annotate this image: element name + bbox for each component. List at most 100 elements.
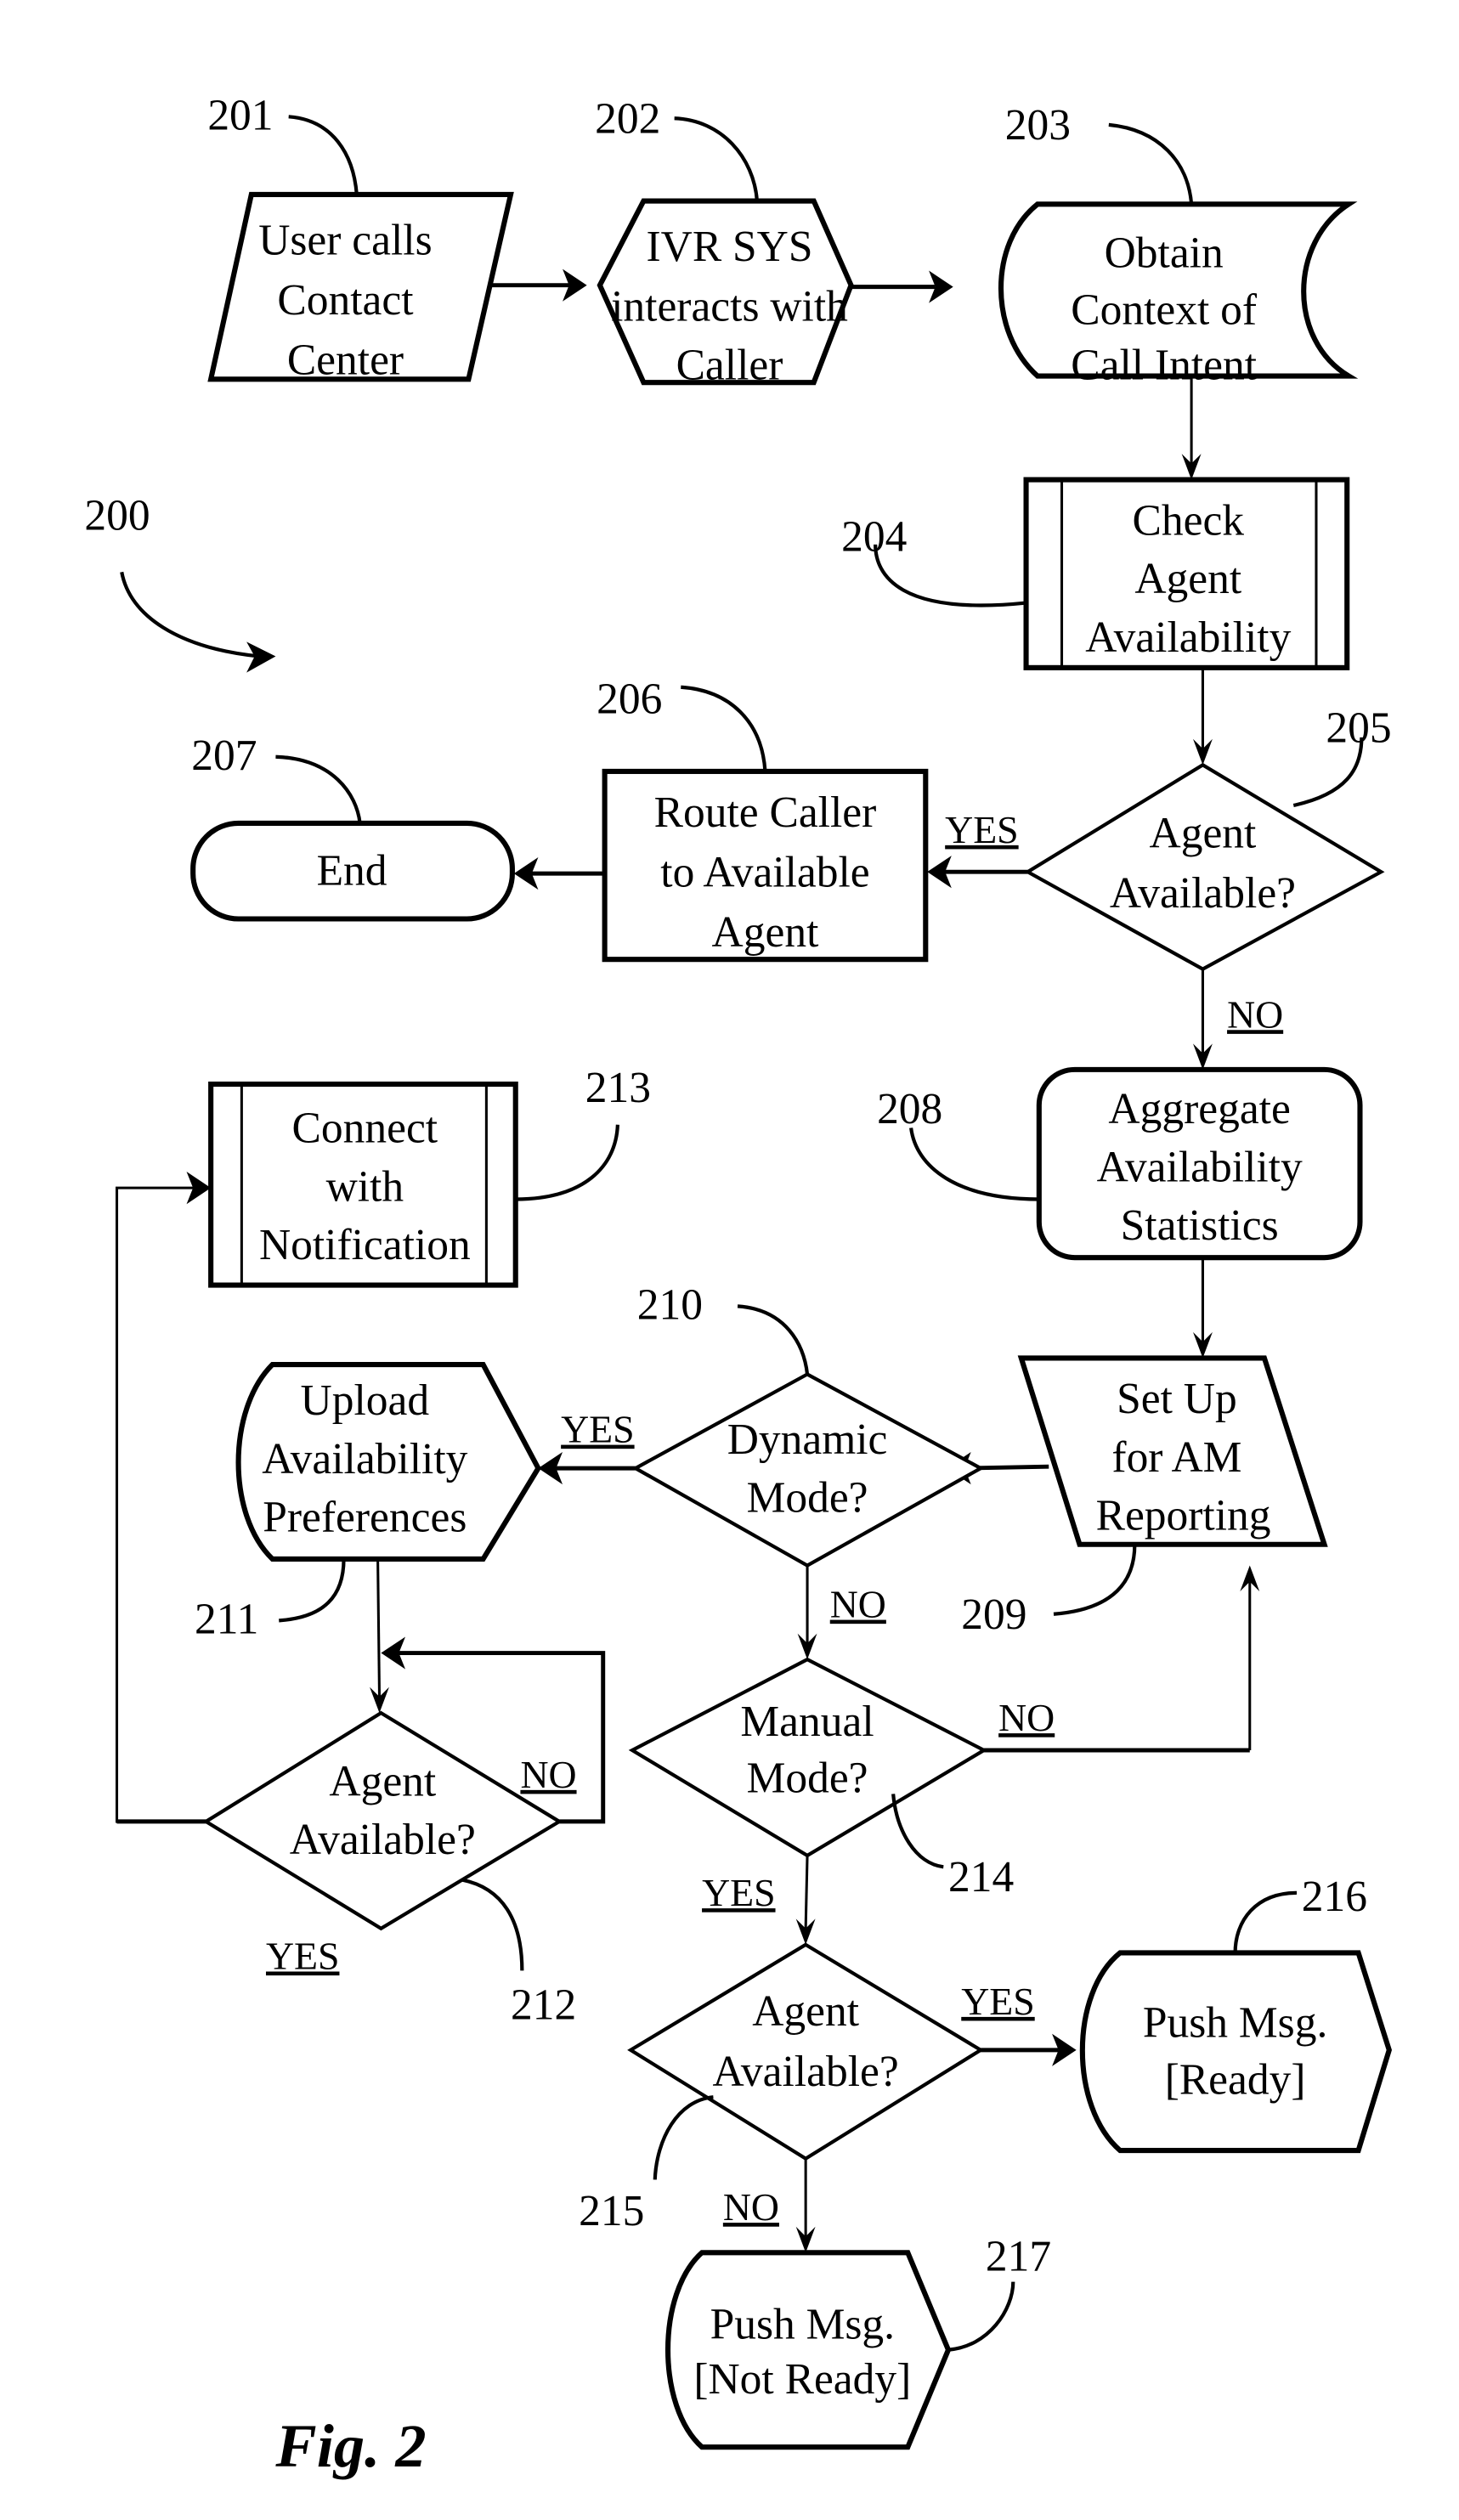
- leader-line-201: [288, 115, 359, 195]
- ref-217: 217: [986, 2232, 1051, 2280]
- node-209-line-2: for AM: [1111, 1433, 1241, 1482]
- node-206-line-1: Route Caller: [654, 788, 877, 837]
- figure-reference-200: 200: [84, 492, 276, 673]
- node-204-line-2: Agent: [1134, 555, 1241, 603]
- display-shape: [1079, 1950, 1393, 2154]
- node-204-check-availability: 204 Check Agent Availability: [841, 477, 1350, 670]
- node-215-line-2: Available?: [713, 2048, 899, 2096]
- edge-label-210-no: NO: [830, 1583, 886, 1626]
- node-201-line-2: Contact: [277, 276, 413, 325]
- ref-206: 206: [597, 675, 662, 723]
- leader-line-216: [1233, 1890, 1298, 1953]
- leader-line-217: [947, 2281, 1015, 2352]
- ref-210: 210: [637, 1281, 703, 1330]
- ref-204: 204: [841, 513, 907, 562]
- edge-211-212: [370, 1558, 389, 1714]
- leader-line-212: [461, 1878, 524, 1971]
- ref-207: 207: [191, 732, 257, 780]
- node-216-line-2: [Ready]: [1165, 2055, 1306, 2104]
- ref-214: 214: [948, 1853, 1014, 1901]
- ref-216: 216: [1302, 1873, 1367, 1921]
- node-208-aggregate-stats: 208 Aggregate Availability Statistics: [877, 1066, 1363, 1261]
- edge-label-210-yes: YES: [561, 1408, 634, 1451]
- edge-label-214-yes: YES: [702, 1871, 775, 1914]
- ref-212: 212: [511, 1981, 576, 2030]
- leader-line-213: [515, 1124, 619, 1201]
- edge-label-215-yes: YES: [961, 1980, 1034, 2023]
- node-209-line-1: Set Up: [1117, 1375, 1237, 1423]
- edge-215-217-no: NO: [723, 2158, 816, 2253]
- leader-line-209: [1053, 1544, 1137, 1616]
- node-203-line-3: Call Intent: [1071, 341, 1257, 389]
- edge-210-214-no: NO: [797, 1565, 886, 1660]
- node-211-upload-preferences: Upload Availability Preferences 211: [195, 1361, 541, 1644]
- leader-line-207: [275, 754, 362, 824]
- node-210-line-1: Dynamic: [727, 1415, 888, 1464]
- node-211-line-1: Upload: [301, 1376, 430, 1425]
- node-206-route-caller: 206 Route Caller to Available Agent: [597, 675, 929, 963]
- decision-diamond: [1024, 762, 1385, 972]
- node-214-line-1: Manual: [740, 1698, 874, 1746]
- node-217-push-not-ready: Push Msg. [Not Ready] 217: [665, 2232, 1051, 2450]
- edge-201-202: [489, 268, 587, 302]
- node-207-line-1: End: [317, 846, 387, 895]
- node-213-line-2: with: [326, 1162, 404, 1211]
- ref-202: 202: [595, 94, 660, 143]
- edge-label-214-no: NO: [998, 1696, 1055, 1739]
- node-208-line-3: Statistics: [1121, 1201, 1279, 1250]
- leader-line-214: [891, 1794, 944, 1869]
- node-201-user-calls: 201 User calls Contact Center: [207, 92, 514, 385]
- node-208-line-1: Aggregate: [1108, 1085, 1290, 1133]
- node-213-line-1: Connect: [292, 1105, 438, 1153]
- edge-203-204: [1181, 376, 1202, 480]
- node-205-line-1: Agent: [1150, 810, 1257, 858]
- node-202-line-2: interacts with: [611, 283, 848, 331]
- ref-215: 215: [579, 2187, 644, 2235]
- decision-diamond: [631, 1372, 985, 1568]
- node-214-manual-mode: Manual Mode? 214: [628, 1657, 1014, 1901]
- node-202-line-3: Caller: [676, 341, 783, 389]
- edge-214-215-yes: YES: [702, 1855, 816, 1945]
- figure-caption: Fig. 2: [274, 2411, 426, 2480]
- display-shape: [665, 2250, 952, 2450]
- node-214-line-2: Mode?: [747, 1754, 868, 1803]
- edge-205-208-no: NO: [1193, 969, 1283, 1070]
- ref-205: 205: [1326, 704, 1391, 753]
- ref-208: 208: [877, 1085, 942, 1133]
- edge-label-205-yes: YES: [945, 808, 1018, 851]
- edge-label-212-no: NO: [520, 1753, 576, 1796]
- node-210-dynamic-mode: 210 Dynamic Mode?: [631, 1281, 985, 1568]
- node-206-line-2: to Available: [660, 848, 869, 896]
- node-209-setup-reporting: Set Up for AM Reporting 209: [961, 1355, 1328, 1639]
- node-201-line-3: Center: [287, 336, 404, 385]
- edge-label-212-yes: YES: [266, 1934, 339, 1977]
- edge-label-205-no: NO: [1227, 992, 1283, 1036]
- node-212-line-2: Available?: [290, 1816, 476, 1864]
- ref-203: 203: [1005, 101, 1071, 150]
- node-202-ivr-sys: 202 IVR SYS interacts with Caller: [595, 94, 854, 389]
- node-206-line-3: Agent: [712, 908, 819, 957]
- node-215-line-1: Agent: [752, 1987, 859, 2036]
- leader-line-202: [674, 116, 760, 201]
- edge-label-215-no: NO: [723, 2185, 779, 2229]
- node-216-push-ready: 216 Push Msg. [Ready]: [1079, 1873, 1393, 2154]
- edge-202-203: [851, 270, 953, 303]
- edge-205-206-yes: YES: [927, 808, 1028, 889]
- leader-line-203: [1108, 122, 1194, 205]
- ref-200: 200: [84, 492, 150, 540]
- node-217-line-2: [Not Ready]: [693, 2355, 911, 2404]
- node-205-line-2: Available?: [1110, 869, 1296, 918]
- node-203-obtain-context: 203 Obtain Context of Call Intent: [998, 101, 1359, 389]
- ref-213: 213: [585, 1064, 651, 1112]
- leader-line-210: [737, 1304, 810, 1375]
- leader-line-211: [279, 1558, 346, 1623]
- node-215-agent-available: Agent Available? 215: [579, 1942, 985, 2235]
- edge-204-205: [1193, 667, 1213, 766]
- node-203-line-2: Context of: [1071, 285, 1258, 334]
- node-204-line-1: Check: [1133, 496, 1245, 545]
- node-202-line-1: IVR SYS: [647, 223, 813, 271]
- curved-arrow: [120, 571, 260, 658]
- node-213-line-3: Notification: [259, 1221, 471, 1269]
- ref-209: 209: [961, 1591, 1026, 1639]
- ref-201: 201: [207, 92, 273, 140]
